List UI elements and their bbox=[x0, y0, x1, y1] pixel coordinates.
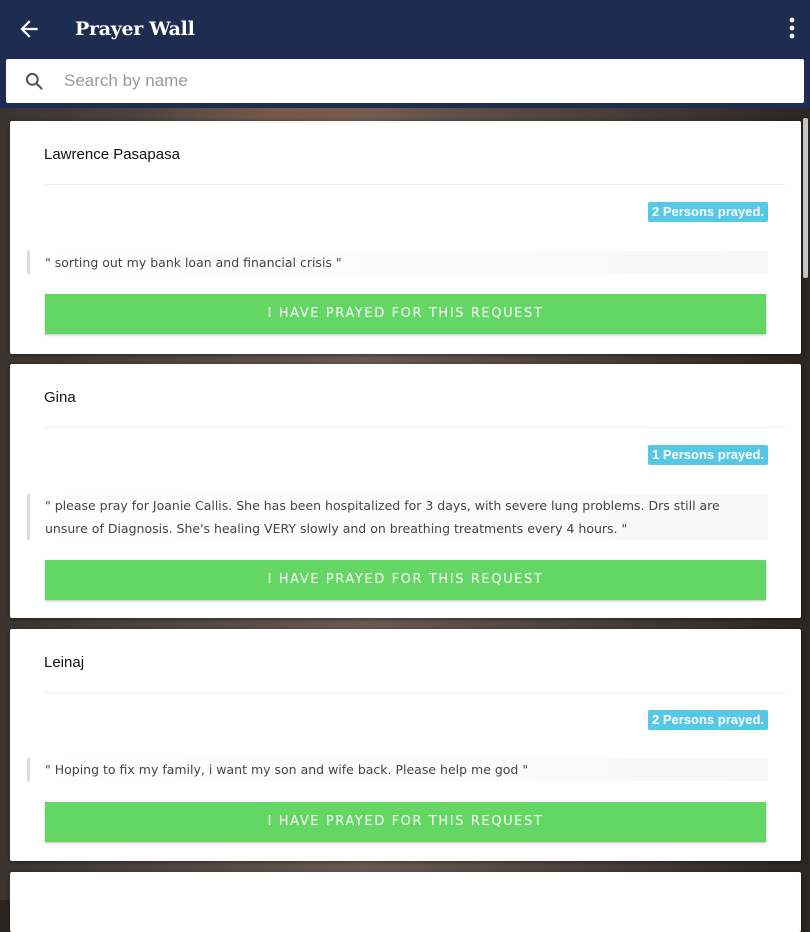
divider bbox=[44, 692, 785, 693]
prayer-request-text: " please pray for Joanie Callis. She has… bbox=[27, 494, 768, 540]
app-bar: Prayer Wall bbox=[0, 0, 810, 58]
search-bar bbox=[0, 58, 810, 108]
prayed-count-badge: 2 Persons prayed. bbox=[648, 202, 768, 222]
prayer-request-text: " sorting out my bank loan and financial… bbox=[27, 251, 768, 274]
requester-name: Leinaj bbox=[44, 654, 85, 671]
page-title: Prayer Wall bbox=[75, 18, 195, 40]
search-box[interactable] bbox=[6, 59, 804, 103]
prayer-card: Gina 1 Persons prayed. " please pray for… bbox=[10, 364, 801, 618]
prayed-count-badge: 1 Persons prayed. bbox=[648, 445, 768, 465]
divider bbox=[44, 427, 785, 428]
prayer-request-text: " Hoping to fix my family, i want my son… bbox=[27, 758, 768, 781]
requester-name: Gina bbox=[44, 389, 76, 406]
search-icon bbox=[25, 72, 43, 90]
prayed-button[interactable]: I HAVE PRAYED FOR THIS REQUEST bbox=[45, 802, 766, 842]
prayer-card bbox=[10, 872, 801, 932]
divider bbox=[44, 184, 785, 185]
more-vert-icon[interactable] bbox=[788, 14, 796, 42]
search-input[interactable] bbox=[62, 70, 766, 92]
prayed-count-badge: 2 Persons prayed. bbox=[648, 710, 768, 730]
requester-name: Lawrence Pasapasa bbox=[44, 146, 180, 163]
scrollbar[interactable] bbox=[803, 118, 808, 278]
prayer-card: Lawrence Pasapasa 2 Persons prayed. " so… bbox=[10, 121, 801, 354]
prayed-button[interactable]: I HAVE PRAYED FOR THIS REQUEST bbox=[45, 294, 766, 334]
prayer-card: Leinaj 2 Persons prayed. " Hoping to fix… bbox=[10, 629, 801, 861]
back-arrow-icon[interactable] bbox=[16, 16, 42, 42]
prayed-button[interactable]: I HAVE PRAYED FOR THIS REQUEST bbox=[45, 560, 766, 600]
